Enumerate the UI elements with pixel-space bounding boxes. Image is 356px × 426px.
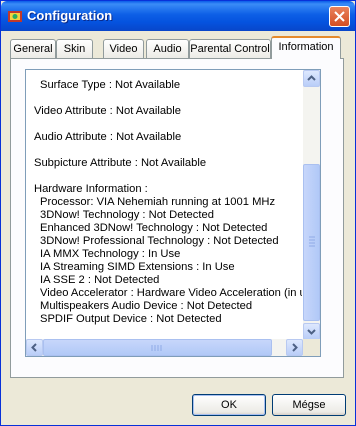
list-item: SPDIF Output Device : Not Detected (40, 313, 222, 325)
list-item: 3DNow! Technology : Not Detected (40, 209, 214, 221)
grip-icon (151, 345, 162, 351)
scroll-left-button[interactable] (26, 339, 43, 356)
information-list[interactable]: Surface Type : Not Available Video Attri… (25, 69, 321, 357)
tab-label: Information (278, 41, 334, 53)
list-item: IA SSE 2 : Not Detected (40, 274, 160, 286)
list-item: Video Accelerator : Hardware Video Accel… (40, 287, 302, 299)
grip-icon (309, 236, 315, 247)
arrow-up-icon (307, 75, 316, 81)
ok-button[interactable]: OK (192, 394, 266, 416)
scrollbar-corner (303, 339, 320, 356)
tab-label: Skin (63, 43, 86, 55)
scroll-up-button[interactable] (303, 70, 320, 87)
list-item: Enhanced 3DNow! Technology : Not Detecte… (40, 222, 268, 234)
arrow-right-icon (292, 343, 298, 352)
scroll-right-button[interactable] (286, 339, 303, 356)
window-title: Configuration (27, 8, 113, 23)
list-item: Video Attribute : Not Available (34, 105, 181, 117)
list-item: Subpicture Attribute : Not Available (34, 157, 207, 169)
list-item: Hardware Information : (34, 183, 148, 195)
tab-information[interactable]: Information (271, 36, 341, 59)
tab-label: Parental Control (190, 43, 270, 55)
close-icon (334, 11, 345, 22)
information-text: Surface Type : Not Available Video Attri… (34, 70, 302, 340)
vertical-scroll-thumb[interactable] (303, 164, 320, 321)
arrow-down-icon (307, 329, 316, 335)
title-bar[interactable]: Configuration (1, 1, 355, 31)
app-icon (8, 11, 22, 22)
tab-parental-control[interactable]: Parental Control (189, 39, 271, 58)
scroll-down-button[interactable] (303, 323, 320, 340)
tab-general[interactable]: General (10, 39, 56, 58)
horizontal-scroll-thumb[interactable] (43, 339, 272, 356)
tab-audio[interactable]: Audio (146, 39, 189, 58)
tab-label: Audio (153, 43, 182, 55)
tab-label: Video (109, 43, 138, 55)
list-item: Processor: VIA Nehemiah running at 1001 … (40, 196, 276, 208)
tab-skin[interactable]: Skin (56, 39, 93, 58)
tab-label: General (13, 43, 53, 55)
horizontal-scrollbar[interactable] (26, 339, 303, 356)
arrow-left-icon (31, 343, 37, 352)
list-item: IA MMX Technology : In Use (40, 248, 181, 260)
list-item: Audio Attribute : Not Available (34, 131, 182, 143)
configuration-dialog: Configuration General Skin Video Audio P… (0, 0, 356, 426)
cancel-button[interactable]: Mégse (272, 394, 346, 416)
close-button[interactable] (329, 6, 350, 27)
list-item: Surface Type : Not Available (40, 79, 181, 91)
vertical-scrollbar[interactable] (303, 70, 320, 340)
list-item: IA Streaming SIMD Extensions : In Use (40, 261, 235, 273)
list-item: 3DNow! Professional Technology : Not Det… (40, 235, 279, 247)
tab-video[interactable]: Video (103, 39, 144, 58)
list-item: Multispeakers Audio Device : Not Detecte… (40, 300, 253, 312)
